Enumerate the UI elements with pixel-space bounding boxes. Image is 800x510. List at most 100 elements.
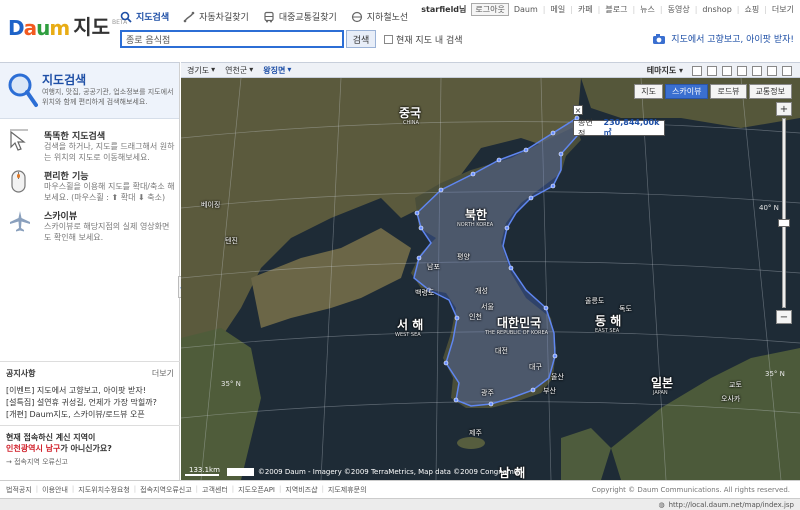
link-mail[interactable]: 메일 [551, 4, 566, 15]
footer-link[interactable]: 고객센터 [202, 485, 228, 495]
tab-map[interactable]: 지도 [634, 84, 663, 99]
scale-bar: 133.1km [185, 466, 220, 476]
label-china-en: CHINA [403, 120, 419, 126]
daum-mini-logo: Daum [227, 468, 254, 476]
footer-link[interactable]: 법적공지 [6, 485, 32, 495]
latitude-label: 35° N [765, 370, 785, 378]
fullscreen-icon[interactable] [782, 65, 792, 76]
utility-links: starfield님 로그아웃 Daum | 메일 | 카페 | 블로그 | 뉴스 | 동… [421, 3, 794, 16]
promo-text: 지도에서 고향보고, 아이팟 받자! [671, 35, 794, 45]
tab-subway[interactable]: 지하철노선 [351, 10, 408, 23]
area-value: 230,844,00k㎡ [603, 118, 660, 137]
footer-link[interactable]: 지도위치수정요청 [78, 485, 130, 495]
label-jeju: 제주 [469, 429, 482, 437]
label-north-korea-en: NORTH KOREA [457, 222, 494, 228]
footer-link[interactable]: 이용안내 [42, 485, 68, 495]
footer-link[interactable]: 지도오픈API [238, 485, 275, 495]
label-japan: 일본 [651, 376, 674, 390]
label-busan: 부산 [543, 387, 556, 395]
footer-copyright: Copyright © Daum Communications. All rig… [591, 485, 790, 494]
tab-transit-route[interactable]: 대중교통길찾기 [263, 10, 337, 23]
label-china: 중국 [399, 106, 422, 120]
tab-car-route[interactable]: 자동차길찾기 [183, 10, 249, 23]
label-incheon: 인천 [469, 313, 482, 321]
link-daum[interactable]: Daum [514, 5, 538, 14]
link-news[interactable]: 뉴스 [640, 4, 655, 15]
daum-map-logo[interactable]: Daum 지도 BETA [8, 14, 127, 40]
tab-label: 지하철노선 [366, 13, 409, 23]
notice-more-link[interactable]: 더보기 [152, 368, 174, 379]
link-more[interactable]: 더보기 [772, 4, 794, 15]
zoom-in-button[interactable]: + [776, 102, 792, 116]
chevron-down-icon: ▾ [211, 64, 216, 74]
airplane-icon [10, 211, 30, 232]
search-button[interactable]: 검색 [346, 30, 376, 48]
distance-tool-icon[interactable] [692, 65, 702, 76]
tab-label: 자동차길찾기 [199, 13, 249, 23]
promo-banner[interactable]: 지도에서 고향보고, 아이팟 받자! [651, 32, 794, 45]
tab-roadview[interactable]: 로드뷰 [710, 84, 747, 99]
region-question: 현재 접속하신 계신 지역이 [6, 433, 96, 442]
tab-map-search[interactable]: 지도검색 [120, 10, 169, 23]
map-viewport[interactable]: 지도 스카이뷰 로드뷰 교통정보 + − × 총면적 230,844,00k㎡ … [181, 78, 800, 480]
link-video[interactable]: 동영상 [668, 4, 690, 15]
tab-label: 대중교통길찾기 [278, 13, 337, 23]
link-icon[interactable] [752, 65, 762, 76]
region-error-report-link[interactable]: → 접속지역 오류신고 [6, 457, 174, 467]
close-icon[interactable]: × [573, 105, 583, 115]
label-south-korea-en: THE REPUBLIC OF KOREA [485, 330, 549, 336]
footer-link[interactable]: 접속지역오류신고 [140, 485, 192, 495]
save-icon[interactable] [737, 65, 747, 76]
breadcrumb-county[interactable]: 연천군 ▾ [225, 65, 253, 76]
feature-desc: 검색을 하거나, 지도를 드래그해서 원하는 위치의 지도로 이동해보세요. [44, 142, 175, 162]
checkbox-box[interactable] [384, 35, 393, 44]
tab-skyview[interactable]: 스카이뷰 [665, 84, 709, 99]
search-in-map-checkbox[interactable]: 현재 지도 내 검색 [384, 33, 463, 46]
notice-item[interactable]: [설특집] 설연휴 귀성길, 언제가 가장 막힐까? [6, 397, 174, 409]
region-check: 현재 접속하신 계신 지역이 인천광역시 남구가 아니신가요? → 접속지역 오… [0, 425, 180, 473]
link-blog[interactable]: 블로그 [605, 4, 627, 15]
copyright-text: ©2009 Daum - Imagery ©2009 TerraMetrics,… [257, 468, 521, 476]
tab-traffic[interactable]: 교통정보 [748, 84, 792, 99]
feature-desc: 마우스휠을 이용해 지도를 확대/축소 해보세요. (마우스휠 : ⬆ 확대 ⬇… [44, 182, 175, 202]
label-osaka: 오사카 [721, 395, 741, 403]
user-name: starfield님 [421, 5, 467, 14]
link-shopping[interactable]: 쇼핑 [744, 4, 759, 15]
left-panel: 지도검색 여행지, 맛집, 공공기관, 업소정보를 지도에서 위치와 함께 편리… [0, 62, 180, 480]
zoom-slider[interactable] [778, 118, 790, 308]
footer-link[interactable]: 지도제휴문의 [328, 485, 367, 495]
area-tool-icon[interactable] [707, 65, 717, 76]
chevron-down-icon: ▾ [287, 64, 292, 74]
header: Daum 지도 BETA 지도검색 자동차길찾기 대중교통길찾기 지하철노선 종… [0, 0, 800, 62]
label-dokdo: 독도 [619, 305, 632, 313]
breadcrumb-province[interactable]: 경기도 ▾ [187, 65, 215, 76]
link-cafe[interactable]: 카페 [578, 4, 593, 15]
label-nampo: 남포 [427, 263, 440, 271]
link-dnshop[interactable]: dnshop [702, 5, 731, 14]
zoom-slider-handle[interactable] [778, 219, 790, 227]
region-question-tail: 가 아니신가요? [60, 444, 112, 453]
logout-button[interactable]: 로그아웃 [471, 3, 509, 16]
cursor-icon [10, 129, 28, 151]
label-baengnyeong: 백령도 [415, 289, 435, 297]
satellite-imagery [181, 78, 800, 480]
footer-link[interactable]: 지역비즈샵 [285, 485, 317, 495]
detected-region: 인천광역시 남구 [6, 444, 61, 453]
map-copyright: Daum ©2009 Daum - Imagery ©2009 TerraMet… [227, 468, 520, 476]
label-south-korea: 대한민국 [497, 316, 542, 330]
zoom-out-button[interactable]: − [776, 310, 792, 324]
notice-item[interactable]: [개편] Daum지도, 스카이뷰/로드뷰 오픈 [6, 409, 174, 421]
region-name-line: 인천광역시 남구가 아니신가요? [6, 443, 174, 454]
checkbox-label: 현재 지도 내 검색 [396, 36, 463, 46]
share-icon[interactable] [767, 65, 777, 76]
notice-item[interactable]: [이벤트] 지도에서 고향보고, 아이팟 받자! [6, 385, 174, 397]
map-tools: 테마지도 ▾ [647, 65, 792, 76]
browser-status-bar: ◍ http://local.daum.net/map/index.jsp [0, 498, 800, 510]
breadcrumb-town[interactable]: 왕징면 ▾ [263, 65, 291, 76]
label-ulsan: 울산 [551, 373, 564, 381]
footer: 법적공지 | 이용안내 | 지도위치수정요청 | 접속지역오류신고 | 고객센터 | 지도… [0, 480, 800, 498]
latitude-label: 35° N [221, 380, 241, 388]
search-input[interactable]: 종로 음식점 [120, 30, 344, 48]
theme-map-dropdown[interactable]: 테마지도 ▾ [647, 65, 683, 76]
print-icon[interactable] [722, 65, 732, 76]
